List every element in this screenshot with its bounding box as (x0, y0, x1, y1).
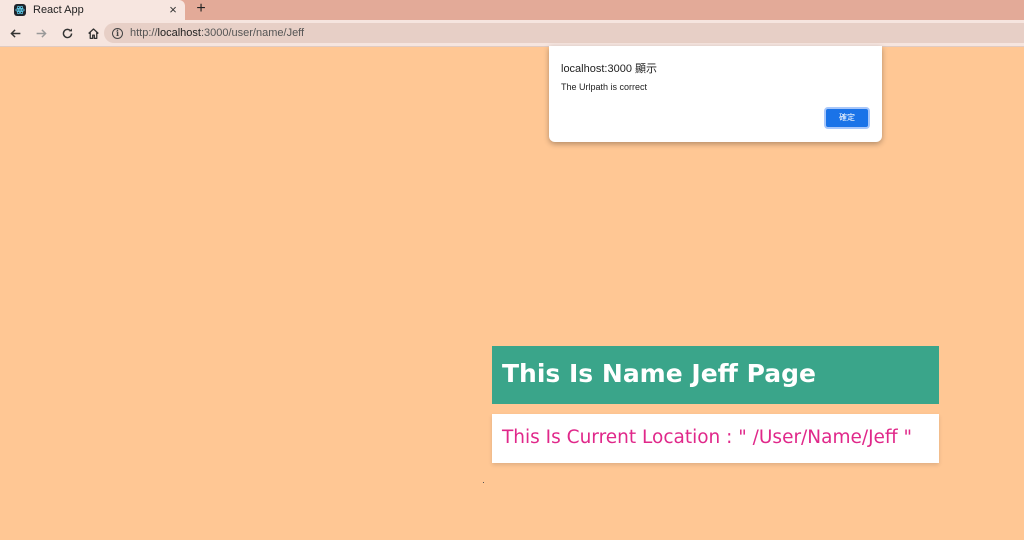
reload-button[interactable] (56, 22, 78, 44)
back-button[interactable] (4, 22, 26, 44)
alert-dialog: localhost:3000 顯示 The Urlpath is correct… (549, 46, 882, 142)
tab-close-icon[interactable]: × (165, 0, 181, 20)
url-path: :3000/user/name/Jeff (200, 27, 305, 39)
alert-message: The Urlpath is correct (561, 82, 648, 92)
tab-title: React App (33, 4, 84, 16)
new-tab-button[interactable]: + (192, 0, 210, 20)
site-info-icon[interactable]: i (112, 27, 123, 39)
react-favicon-icon (14, 4, 26, 16)
url-prefix: http:// (130, 27, 158, 39)
browser-toolbar: i http://localhost:3000/user/name/Jeff (0, 20, 1024, 47)
url-text: http://localhost:3000/user/name/Jeff (130, 27, 304, 39)
alert-ok-button[interactable]: 確定 (824, 107, 870, 129)
current-location-text: This Is Current Location : " /User/Name/… (492, 414, 939, 463)
forward-button[interactable] (30, 22, 52, 44)
forward-arrow-icon (36, 28, 47, 38)
page-title: This Is Name Jeff Page (492, 346, 939, 404)
address-bar[interactable]: i http://localhost:3000/user/name/Jeff (104, 23, 1024, 43)
home-icon (87, 27, 99, 39)
reload-icon (62, 27, 72, 38)
alert-title: localhost:3000 顯示 (561, 63, 657, 75)
back-arrow-icon (9, 28, 20, 38)
url-host: localhost (157, 27, 201, 39)
stray-dot (483, 482, 484, 483)
browser-tab[interactable]: React App × (0, 0, 185, 20)
tab-strip: React App × + (0, 0, 1024, 20)
home-button[interactable] (82, 22, 104, 44)
